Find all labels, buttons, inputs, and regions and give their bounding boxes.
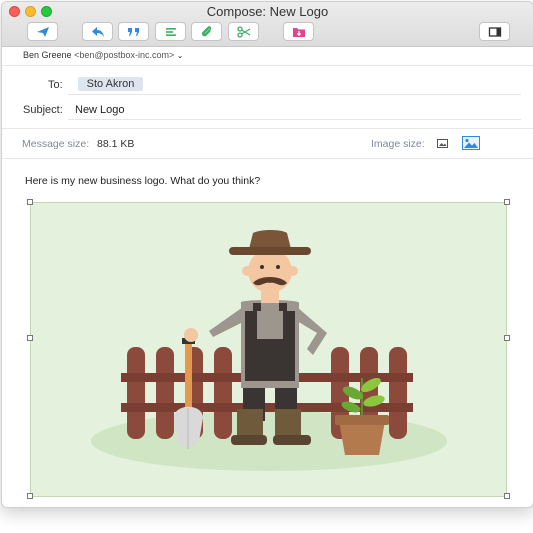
paperclip-icon: [201, 25, 211, 36]
window-title: Compose: New Logo: [206, 4, 329, 19]
divider: [68, 119, 521, 120]
resize-handle[interactable]: [27, 199, 33, 205]
send-button[interactable]: [27, 22, 58, 41]
reply-button[interactable]: [82, 22, 113, 41]
clip-button[interactable]: [228, 22, 259, 41]
from-name: Ben Greene: [23, 50, 72, 60]
sidebar-toggle-icon: [488, 26, 501, 37]
scissors-icon: [236, 25, 250, 38]
save-to-folder-button[interactable]: [283, 22, 314, 41]
chevron-down-icon: ⌄: [176, 51, 184, 60]
resize-handle[interactable]: [504, 199, 510, 205]
divider: [2, 158, 533, 159]
resize-handle[interactable]: [27, 493, 33, 499]
image-small-icon[interactable]: [437, 139, 448, 148]
image-large-icon[interactable]: [462, 136, 480, 150]
title-bar: Compose: New Logo: [2, 2, 533, 47]
attach-button[interactable]: [191, 22, 222, 41]
reply-icon: [91, 26, 104, 37]
inline-image[interactable]: [30, 202, 507, 497]
from-address: <ben@postbox-inc.com>: [74, 50, 175, 60]
sidebar-toggle-button[interactable]: [479, 22, 510, 41]
from-selector[interactable]: Ben Greene <ben@postbox-inc.com> ⌄: [23, 50, 183, 60]
resize-handle[interactable]: [27, 335, 33, 341]
divider: [2, 65, 533, 66]
folder-download-icon: [292, 27, 305, 37]
image-size-label: Image size:: [371, 138, 425, 150]
quote-button[interactable]: [118, 22, 149, 41]
resize-handle[interactable]: [504, 335, 510, 341]
subject-label: Subject:: [23, 104, 63, 116]
format-button[interactable]: [155, 22, 186, 41]
format-align-icon: [165, 27, 176, 36]
subject-field[interactable]: New Logo: [75, 104, 125, 116]
farmer-illustration: [91, 230, 447, 471]
to-label: To:: [48, 79, 63, 91]
compose-window: Compose: New Logo Ben Greene <ben@postbo: [1, 1, 533, 508]
divider: [2, 128, 533, 129]
quote-icon: [127, 27, 139, 36]
message-body-text[interactable]: Here is my new business logo. What do yo…: [25, 175, 260, 187]
send-icon: [36, 26, 49, 37]
message-size-value: 88.1 KB: [97, 138, 135, 150]
recipient-chip[interactable]: Sto Akron: [78, 77, 143, 91]
message-size-label: Message size:: [22, 138, 90, 150]
resize-handle[interactable]: [504, 493, 510, 499]
divider: [68, 94, 521, 95]
